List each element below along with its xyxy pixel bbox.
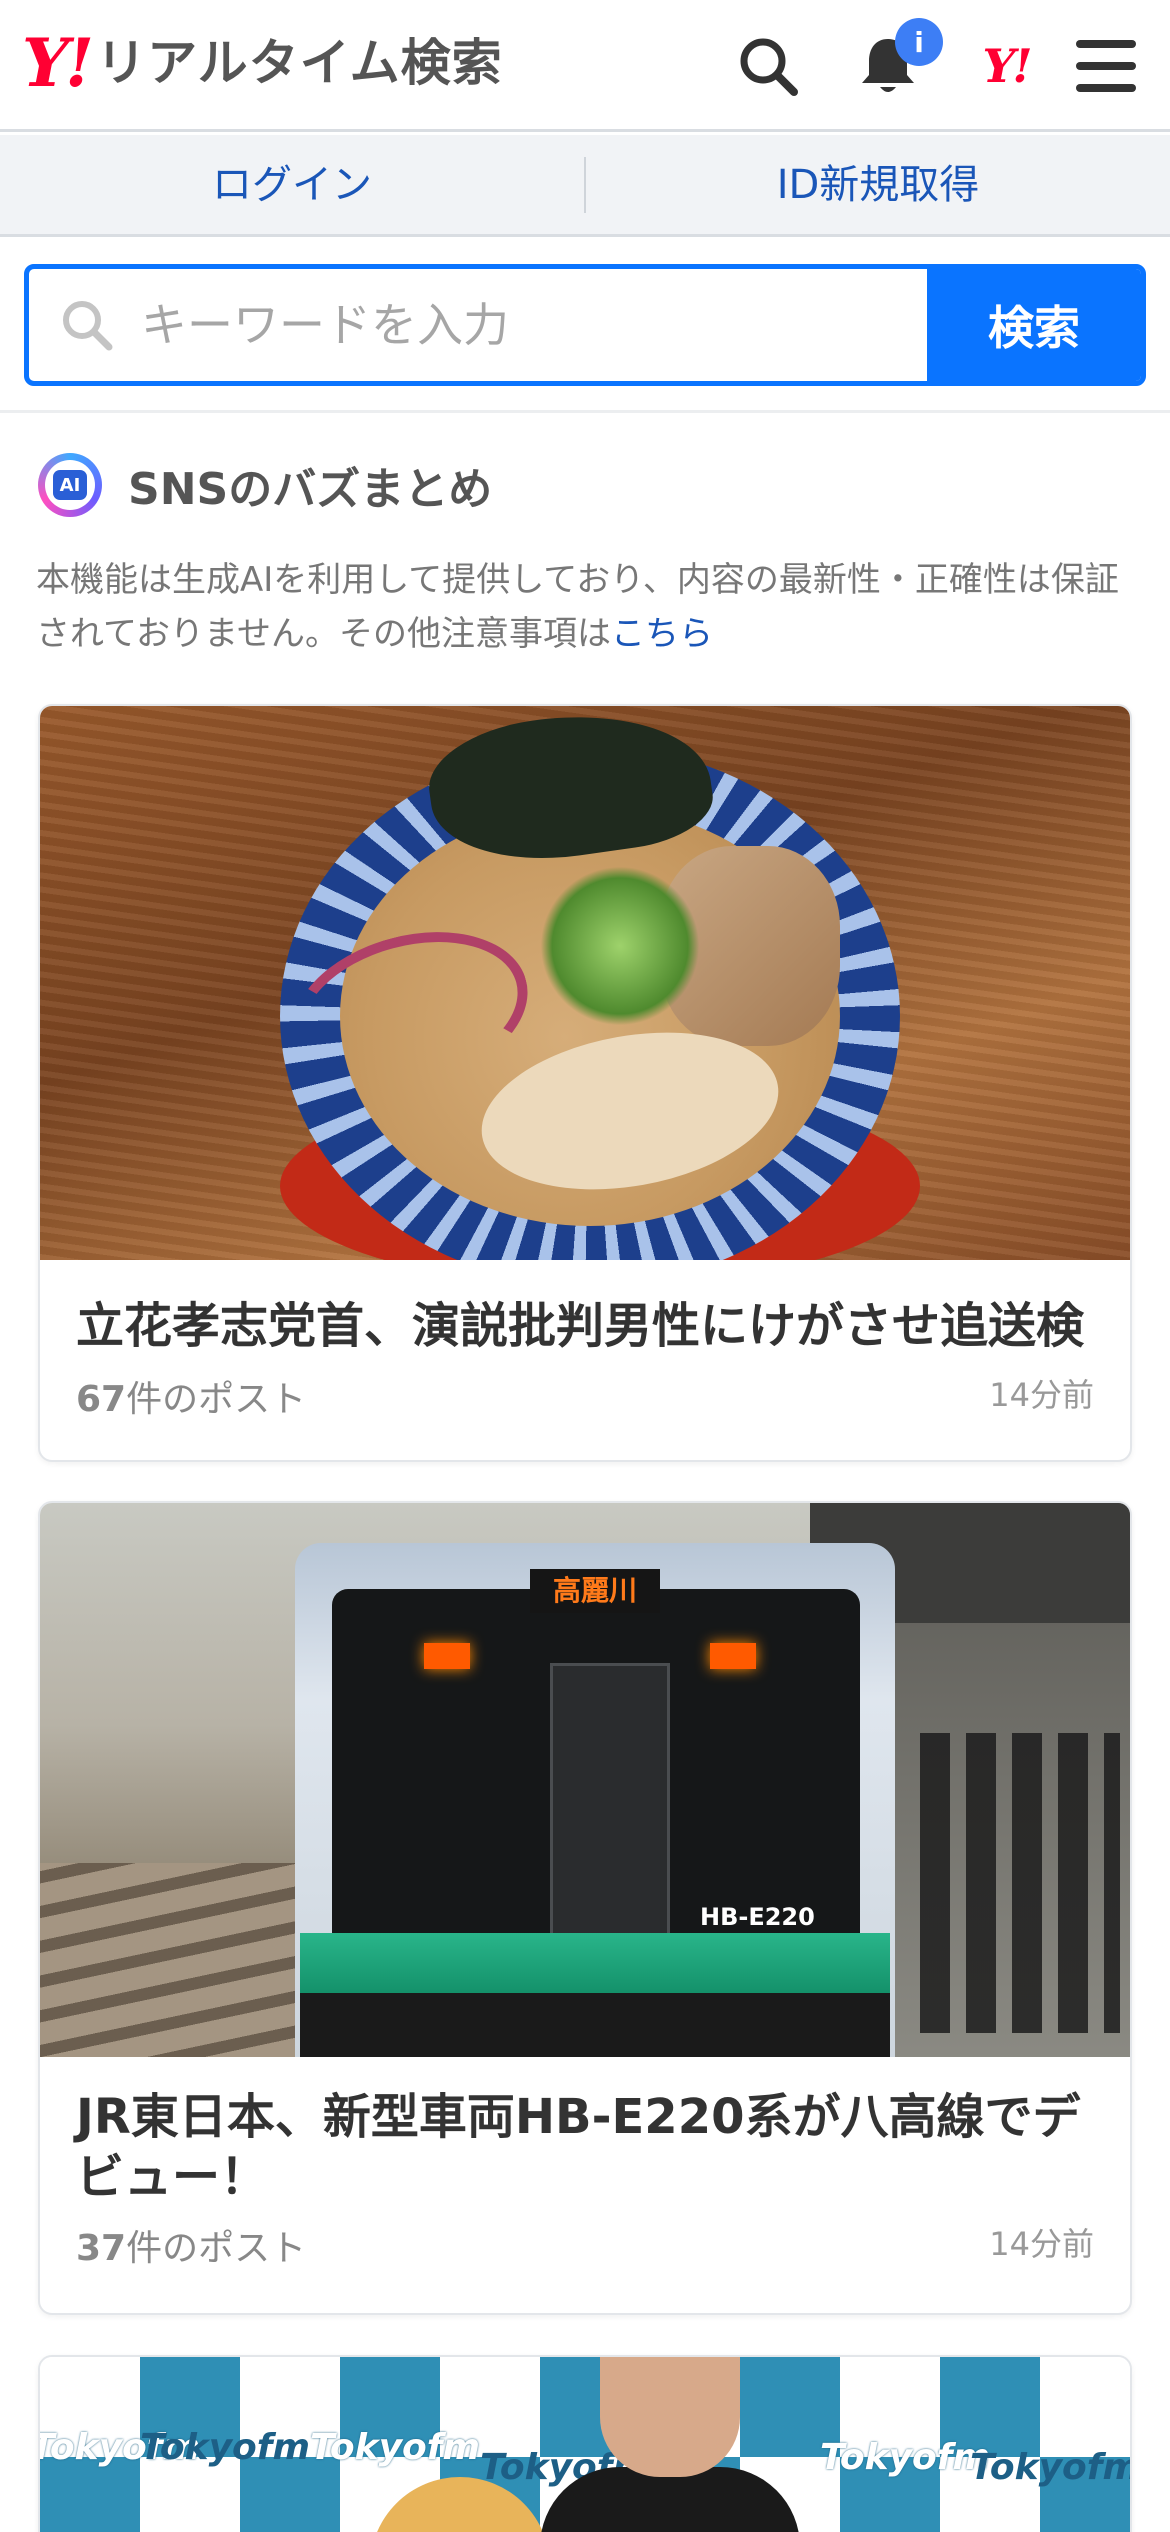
magnifier-icon	[63, 301, 113, 351]
ai-chip-label: AI	[53, 470, 87, 500]
search-icon-button[interactable]	[730, 28, 806, 104]
post-count: 37件のポスト	[76, 2228, 307, 2269]
search-input[interactable]	[141, 269, 941, 381]
logo-text: リアルタイム検索	[96, 34, 503, 92]
yahoo-realtime-logo[interactable]: Y! リアルタイム検索	[22, 28, 503, 98]
menu-button[interactable]	[1068, 28, 1144, 104]
hamburger-menu-icon	[1076, 40, 1136, 92]
search-field-icon	[59, 297, 115, 353]
auth-bar: ログイン ID新規取得	[0, 135, 1170, 237]
tokyofm-logo: Tokyofm	[140, 2427, 310, 2468]
disclaimer-text: 本機能は生成AIを利用して提供しており、内容の最新性・正確性は保証されておりませ…	[36, 560, 1119, 654]
tokyofm-logo: Tokyofm	[820, 2437, 990, 2478]
timestamp: 14分前	[989, 2225, 1094, 2263]
timestamp: 14分前	[989, 1376, 1094, 1414]
yahoo-logo-mark: Y!	[22, 24, 94, 102]
buzz-card[interactable]: 高麗川 HB-E220 JR東日本、新型車両HB-E220系が八高線でデビュー！…	[38, 1501, 1132, 2315]
section-divider	[0, 410, 1170, 413]
search-form: 検索	[24, 264, 1146, 386]
post-count: 67件のポスト	[76, 1379, 307, 1420]
card-title: 立花孝志党首、演説批判男性にけがさせ追送検	[76, 1298, 1085, 1354]
notification-badge: i	[895, 18, 943, 66]
signup-link[interactable]: ID新規取得	[586, 134, 1170, 236]
buzz-summary-header: AI SNSのバズまとめ	[38, 450, 492, 520]
buzz-card[interactable]: 立花孝志党首、演説批判男性にけがさせ追送検 67件のポスト 14分前	[38, 704, 1132, 1462]
ai-icon: AI	[38, 453, 102, 517]
yahoo-top-link[interactable]: Y!	[968, 28, 1044, 104]
section-title: SNSのバズまとめ	[128, 464, 493, 515]
tokyofm-logo: Tokyofm	[970, 2447, 1130, 2488]
login-link[interactable]: ログイン	[0, 134, 584, 236]
search-button[interactable]: 検索	[927, 269, 1141, 381]
disclaimer-link[interactable]: こちら	[611, 614, 713, 654]
buzz-card[interactable]: Tokyofm Tokyofm Tokyofm Tokyofm Tokyofm …	[38, 2355, 1132, 2532]
train-number: HB-E220	[700, 1903, 815, 1931]
card-image-tokyofm: Tokyofm Tokyofm Tokyofm Tokyofm Tokyofm …	[40, 2357, 1130, 2532]
app-header: Y! リアルタイム検索 i Y!	[0, 0, 1170, 132]
search-icon	[740, 38, 798, 96]
yahoo-japan-icon: Y!	[982, 39, 1032, 93]
tokyofm-logo: Tokyofm	[310, 2427, 480, 2468]
ai-disclaimer: 本機能は生成AIを利用して提供しており、内容の最新性・正確性は保証されておりませ…	[36, 553, 1136, 661]
notification-button[interactable]: i	[850, 18, 943, 104]
destination-sign: 高麗川	[530, 1569, 660, 1613]
card-image-train: 高麗川 HB-E220	[40, 1503, 1130, 2057]
card-title: JR東日本、新型車両HB-E220系が八高線でデビュー！	[76, 2089, 1081, 2205]
card-image-ramen	[40, 706, 1130, 1260]
